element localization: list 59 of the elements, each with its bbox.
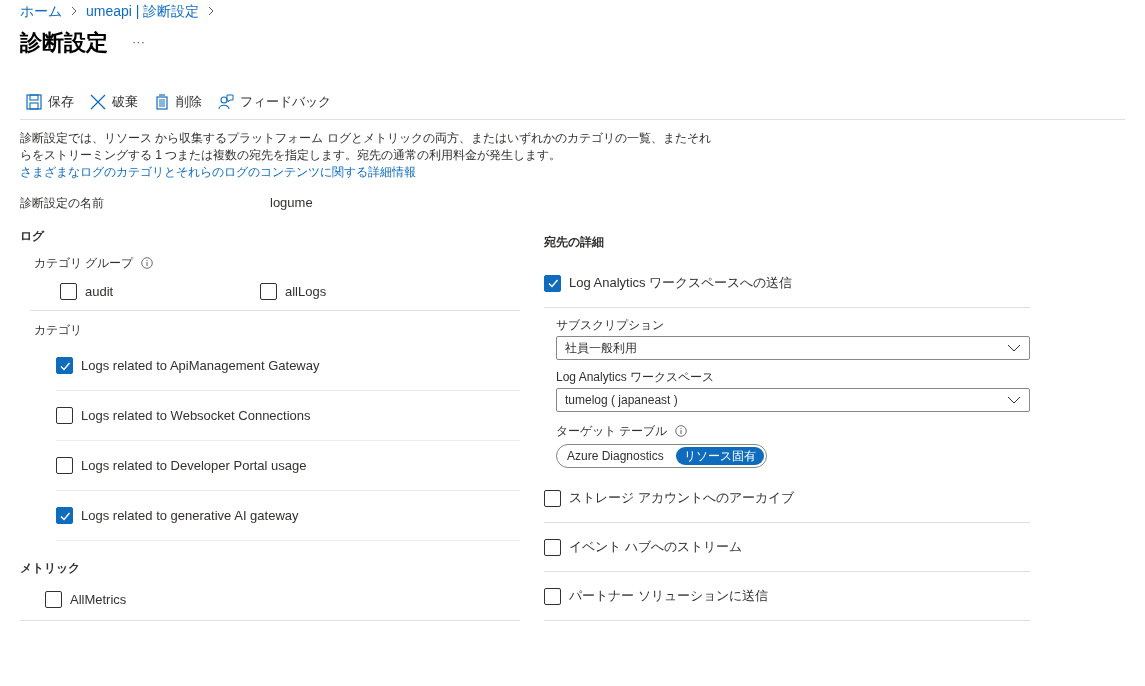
chevron-down-icon [1007,344,1021,352]
chevron-icon [207,6,216,16]
checkbox[interactable] [56,457,73,474]
section-heading: メトリック [20,560,81,577]
save-icon [26,93,42,110]
checkbox-label: AllMetrics [70,590,127,609]
info-icon [141,257,154,269]
checkbox-label: Logs related to Developer Portal usage [81,456,307,475]
dropdown-value: tumelog ( japaneast ) [565,392,678,409]
dropdown[interactable]: 社員一般利用 [556,336,1030,360]
checkbox-label: allLogs [285,282,327,301]
page-title: 診断設定 [20,28,108,57]
more-button[interactable]: ··· [132,32,145,52]
dropdown[interactable]: tumelog ( japaneast ) [556,388,1030,412]
checkmark-icon [546,277,559,289]
checkbox-label: イベント ハブへのストリーム [569,538,742,557]
toolbar-button[interactable]: 破棄 [90,87,138,116]
checkbox-label: Logs related to generative AI gateway [81,506,299,525]
checkbox[interactable] [260,283,277,300]
field-label: サブスクリプション [556,317,665,334]
trash-icon [154,93,170,110]
checkbox[interactable] [60,283,77,300]
group-label: カテゴリ グループ [34,255,134,272]
field-value: logume [270,194,313,213]
group-label: カテゴリ [33,322,83,339]
chevron-icon [70,6,78,16]
checkbox[interactable] [544,274,561,292]
dropdown-value: 社員一般利用 [565,340,637,357]
section-heading: ログ [20,228,46,245]
checkbox-label: Logs related to ApiManagement Gateway [81,356,320,375]
field-label: 診断設定の名前 [20,195,105,212]
checkbox[interactable] [56,507,73,524]
checkbox-label: ストレージ アカウントへのアーカイブ [569,489,794,508]
toolbar-button[interactable]: 削除 [154,87,202,116]
checkbox[interactable] [56,357,73,374]
close-icon [90,93,106,110]
breadcrumb-link[interactable]: ホーム [20,0,62,22]
checkbox-label: Log Analytics ワークスペースへの送信 [569,274,793,293]
checkbox[interactable] [544,587,561,605]
toolbar-button[interactable]: 保存 [26,87,74,116]
breadcrumb-link[interactable]: umeapi | 診断設定 [86,0,200,22]
toggle-option[interactable]: Azure Diagnostics [559,447,672,465]
checkbox-label: audit [85,282,114,301]
field-label: ターゲット テーブル [556,423,668,440]
learn-more-link[interactable]: さまざまなログのカテゴリとそれらのログのコンテンツに関する詳細情報 [20,165,416,179]
checkbox-label: Logs related to Websocket Connections [81,406,311,425]
checkbox-label: パートナー ソリューションに送信 [569,587,768,606]
section-heading: 宛先の詳細 [544,234,605,251]
checkbox[interactable] [544,489,561,507]
checkbox[interactable] [56,407,73,424]
toggle-option[interactable]: リソース固有 [675,447,764,465]
info-icon [675,425,688,437]
toolbar-button[interactable]: フィードバック [218,87,331,116]
person-speech-icon [218,93,234,110]
checkbox[interactable] [45,591,62,608]
field-label: Log Analytics ワークスペース [556,369,716,386]
checkbox[interactable] [544,538,561,556]
description-text: 診断設定では、リソース から収集するプラットフォーム ログとメトリックの両方、またはいずれかのカテゴリの一覧、またそれらをストリーミングする 1 つまたは複数の宛先を指定します。宛先の通常の利用料金が発生します。 さまざまなログのカテゴリとそれらのログのコンテンツに関する詳細情報 [19,130,712,181]
chevron-down-icon [1007,396,1021,404]
